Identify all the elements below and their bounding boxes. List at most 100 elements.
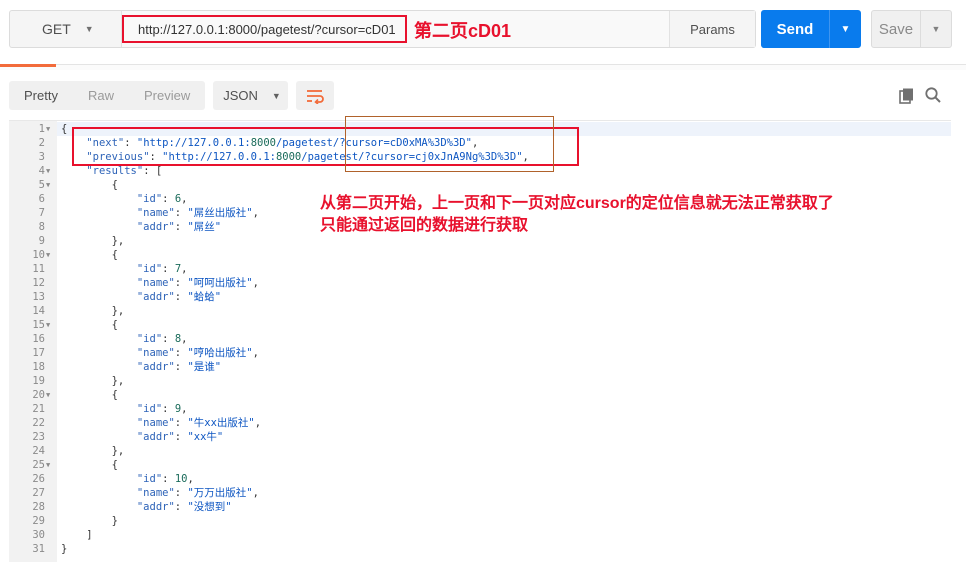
tab-preview[interactable]: Preview	[129, 81, 205, 110]
line-number: 26	[32, 473, 45, 485]
params-button[interactable]: Params	[669, 11, 755, 47]
code-text: },	[61, 235, 125, 247]
line-number: 9	[38, 235, 45, 247]
code-text: {	[61, 319, 118, 331]
format-select[interactable]: JSON ▼	[213, 81, 289, 110]
line-number: 16	[32, 333, 45, 345]
wrap-lines-icon	[307, 89, 325, 104]
code-text: "addr": "蛤蛤"	[136, 291, 222, 303]
code-line: 26 "id": 10,	[9, 472, 951, 486]
code-text: "name": "哼哈出版社",	[136, 347, 259, 359]
line-number: 2	[38, 137, 45, 149]
method-select[interactable]: GET ▼	[10, 11, 122, 47]
code-text: "addr": "没想到"	[136, 501, 232, 513]
code-text: "name": "呵呵出版社",	[136, 277, 259, 289]
code-text: }	[61, 543, 68, 555]
code-line: 14 },	[9, 304, 951, 318]
line-number: 3	[38, 151, 45, 163]
code-line: 19 },	[9, 374, 951, 388]
code-line: 13 "addr": "蛤蛤"	[9, 290, 951, 304]
format-label: JSON	[223, 88, 258, 103]
code-text: }	[61, 515, 118, 527]
code-line: 16 "id": 8,	[9, 332, 951, 346]
line-number: 4	[38, 165, 45, 177]
active-tab-indicator	[0, 64, 56, 67]
line-number: 1	[38, 123, 45, 135]
save-button[interactable]: Save	[872, 11, 920, 47]
code-line: 30 ]	[9, 528, 951, 542]
fold-toggle-icon[interactable]: ▼	[46, 122, 50, 136]
line-number: 7	[38, 207, 45, 219]
code-text: "addr": "屌丝"	[136, 221, 222, 233]
code-text: "id": 7,	[136, 263, 188, 275]
line-number: 11	[32, 263, 45, 275]
line-number: 17	[32, 347, 45, 359]
line-number: 27	[32, 487, 45, 499]
line-number: 23	[32, 431, 45, 443]
code-line: 15 ▼ {	[9, 318, 951, 332]
send-button[interactable]: Send	[761, 10, 829, 48]
wrap-lines-button[interactable]	[296, 81, 335, 110]
line-number: 6	[38, 193, 45, 205]
line-number: 14	[32, 305, 45, 317]
send-options-chevron-icon[interactable]: ▼	[829, 10, 861, 48]
code-line: 27 "name": "万万出版社",	[9, 486, 951, 500]
code-text: "name": "屌丝出版社",	[136, 207, 259, 219]
fold-toggle-icon[interactable]: ▼	[46, 318, 50, 332]
code-text: {	[61, 389, 118, 401]
code-text: {	[61, 179, 118, 191]
fold-toggle-icon[interactable]: ▼	[46, 248, 50, 262]
code-text: {	[61, 123, 68, 135]
code-line: 31}	[9, 542, 951, 556]
fold-toggle-icon[interactable]: ▼	[46, 458, 50, 472]
code-text: "addr": "是谁"	[136, 361, 222, 373]
code-text: {	[61, 249, 118, 261]
url-highlight-box	[122, 15, 407, 43]
response-toolbar: Pretty Raw Preview JSON ▼	[9, 81, 335, 110]
line-number: 25	[32, 459, 45, 471]
code-line: 12 "name": "呵呵出版社",	[9, 276, 951, 290]
code-line: 17 "name": "哼哈出版社",	[9, 346, 951, 360]
code-text: },	[61, 375, 125, 387]
section-divider	[0, 64, 966, 70]
method-label: GET	[42, 21, 71, 37]
annotation-title: 第二页cD01	[414, 21, 512, 41]
code-text: "results": [	[86, 165, 163, 177]
code-line: 24 },	[9, 444, 951, 458]
code-line: 28 "addr": "没想到"	[9, 500, 951, 514]
code-text: "id": 6,	[136, 193, 188, 205]
save-options-chevron-icon[interactable]: ▼	[920, 11, 951, 47]
tab-raw[interactable]: Raw	[73, 81, 129, 110]
search-icon[interactable]	[924, 86, 942, 104]
code-line: 21 "id": 9,	[9, 402, 951, 416]
tab-pretty[interactable]: Pretty	[9, 81, 73, 110]
line-number: 18	[32, 361, 45, 373]
save-group: Save ▼	[871, 10, 952, 48]
line-number: 15	[32, 319, 45, 331]
code-line: 10 ▼ {	[9, 248, 951, 262]
code-text: },	[61, 445, 125, 457]
code-line: 11 "id": 7,	[9, 262, 951, 276]
fold-toggle-icon[interactable]: ▼	[46, 178, 50, 192]
code-line: 23 "addr": "xx牛"	[9, 430, 951, 444]
code-text: {	[61, 459, 118, 471]
response-body-editor[interactable]: 1 ▼{2 "next": "http://127.0.0.1:8000/page…	[9, 120, 951, 562]
code-text: },	[61, 305, 125, 317]
line-number: 10	[32, 249, 45, 261]
copy-icon[interactable]	[898, 87, 916, 105]
line-number: 12	[32, 277, 45, 289]
code-line: 20 ▼ {	[9, 388, 951, 402]
line-number: 5	[38, 179, 45, 191]
code-text: "id": 8,	[136, 333, 188, 345]
fold-toggle-icon[interactable]: ▼	[46, 164, 50, 178]
code-line: 25 ▼ {	[9, 458, 951, 472]
line-number: 13	[32, 291, 45, 303]
code-text: "addr": "xx牛"	[136, 431, 224, 443]
annotation-note-line-1: 从第二页开始，上一页和下一页对应cursor的定位信息就无法正常获取了	[320, 195, 834, 212]
fold-toggle-icon[interactable]: ▼	[46, 388, 50, 402]
send-group: Send ▼	[761, 10, 861, 48]
line-number: 30	[32, 529, 45, 541]
line-number: 24	[32, 445, 45, 457]
line-number: 31	[32, 543, 45, 555]
line-number: 21	[32, 403, 45, 415]
